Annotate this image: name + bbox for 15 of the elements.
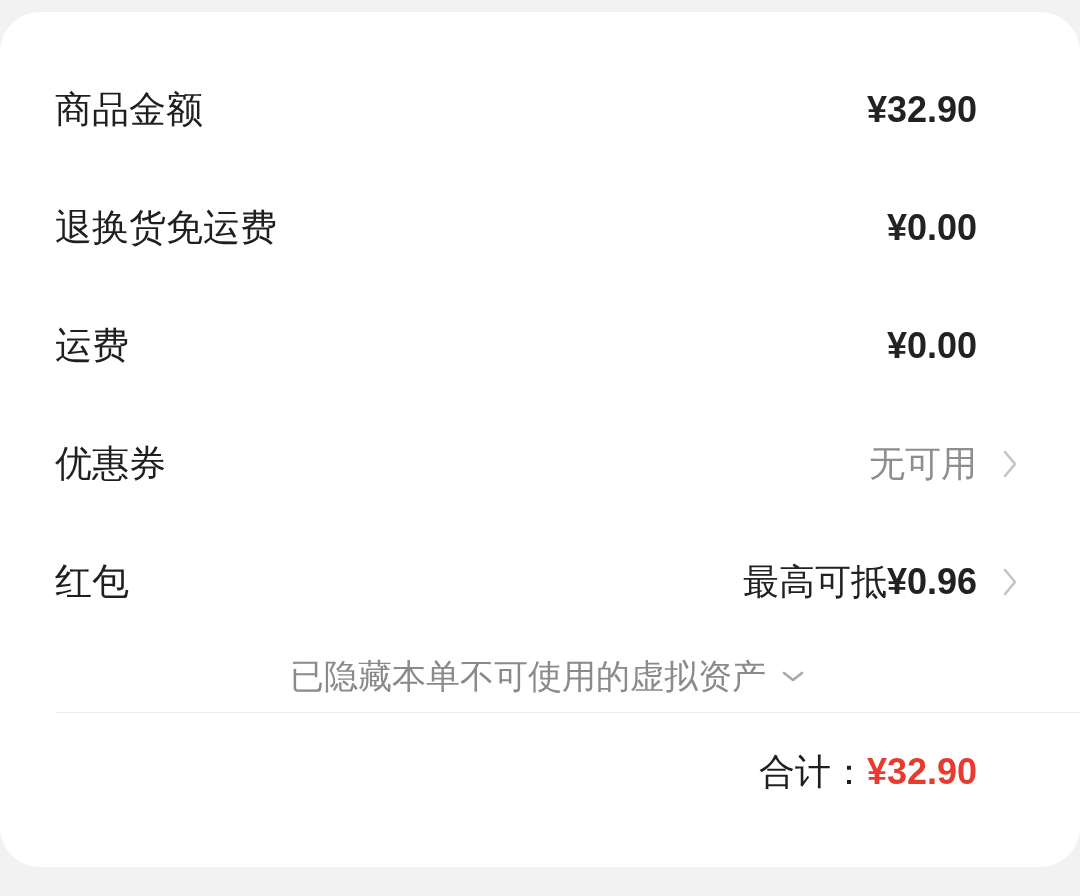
- row-label: 商品金额: [55, 88, 203, 132]
- row-value[interactable]: 无可用: [869, 439, 977, 489]
- hidden-assets-toggle[interactable]: 已隐藏本单不可使用的虚拟资产: [290, 653, 804, 700]
- row-label: 运费: [55, 324, 129, 368]
- row-value: ¥0.00: [886, 325, 977, 367]
- chevron-right-icon[interactable]: [1003, 450, 1017, 478]
- row-label: 退换货免运费: [55, 206, 277, 250]
- row-label: 优惠券: [55, 442, 166, 486]
- row-value: ¥32.90: [866, 89, 977, 131]
- row-label: 红包: [55, 560, 129, 604]
- row-value[interactable]: 最高可抵¥0.96: [742, 557, 977, 607]
- row-value: ¥0.00: [886, 207, 977, 249]
- chevron-right-icon[interactable]: [1003, 568, 1017, 596]
- total-label: 合计：: [758, 749, 867, 794]
- total-amount: ¥32.90: [866, 751, 977, 793]
